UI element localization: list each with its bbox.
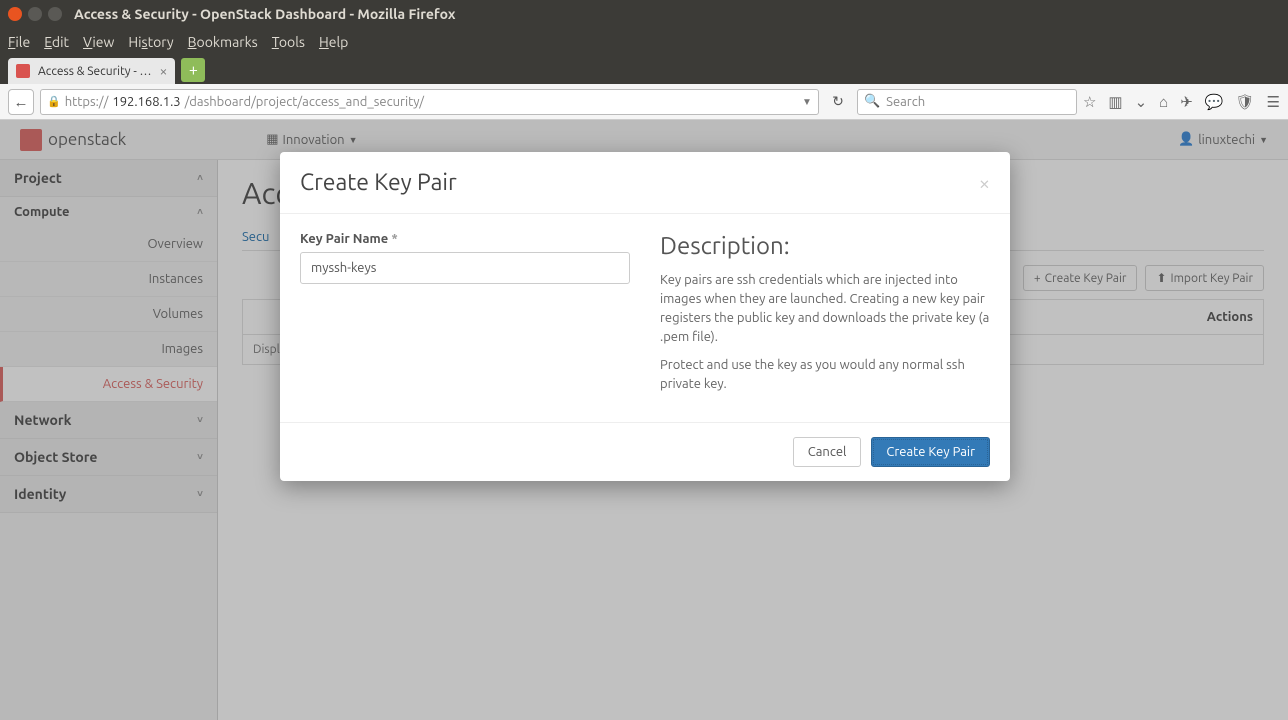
modal-title: Create Key Pair	[300, 170, 457, 195]
description-text-1: Key pairs are ssh credentials which are …	[660, 271, 990, 346]
toolbar-icons: ☆ ▥ ⌄ ⌂ ✈ 💬 🛡 ☰	[1083, 93, 1280, 111]
nav-back-button[interactable]: ←	[8, 89, 34, 115]
send-icon[interactable]: ✈	[1180, 93, 1193, 111]
bookmarks-list-icon[interactable]: ▥	[1108, 93, 1122, 111]
window-maximize-button[interactable]	[48, 7, 62, 21]
menu-help[interactable]: Help	[319, 34, 348, 50]
description-column: Description: Key pairs are ssh credentia…	[660, 232, 990, 404]
search-placeholder: Search	[886, 95, 925, 109]
home-icon[interactable]: ⌂	[1159, 93, 1168, 111]
browser-tabbar: Access & Security - … × +	[0, 56, 1288, 84]
menu-icon[interactable]: ☰	[1267, 93, 1280, 111]
shield-icon[interactable]: 🛡	[1236, 93, 1255, 111]
search-field[interactable]: 🔍 Search	[857, 89, 1077, 115]
url-path: /dashboard/project/access_and_security/	[185, 95, 424, 109]
required-marker: *	[391, 232, 397, 246]
browser-menubar: File Edit View History Bookmarks Tools H…	[0, 28, 1288, 56]
browser-tab[interactable]: Access & Security - … ×	[8, 58, 175, 84]
keypair-name-label: Key Pair Name *	[300, 232, 630, 246]
modal-footer: Cancel Create Key Pair	[280, 422, 1010, 481]
label-text: Key Pair Name	[300, 232, 388, 246]
modal-body: Key Pair Name * Description: Key pairs a…	[280, 214, 1010, 422]
window-title: Access & Security - OpenStack Dashboard …	[74, 6, 455, 22]
close-icon[interactable]: ×	[979, 171, 990, 194]
tab-favicon-icon	[16, 64, 30, 78]
cancel-button[interactable]: Cancel	[793, 437, 862, 467]
url-field[interactable]: 🔒 https://192.168.1.3/dashboard/project/…	[40, 89, 819, 115]
description-heading: Description:	[660, 232, 990, 259]
menu-bookmarks[interactable]: Bookmarks	[188, 34, 258, 50]
menu-file[interactable]: File	[8, 34, 30, 50]
tab-title: Access & Security - …	[38, 65, 152, 78]
url-dropdown-icon[interactable]: ▼	[802, 96, 812, 108]
page-content: openstack ▦ Innovation ▼ 👤 linuxtechi ▼ …	[0, 120, 1288, 720]
window-titlebar: Access & Security - OpenStack Dashboard …	[0, 0, 1288, 28]
reload-button[interactable]: ↻	[825, 89, 851, 115]
create-keypair-submit-button[interactable]: Create Key Pair	[871, 437, 990, 467]
lock-icon: 🔒	[47, 95, 61, 108]
form-column: Key Pair Name *	[300, 232, 630, 404]
pocket-icon[interactable]: ⌄	[1135, 93, 1148, 111]
create-keypair-modal: Create Key Pair × Key Pair Name * Descri…	[280, 152, 1010, 481]
bookmark-star-icon[interactable]: ☆	[1083, 93, 1096, 111]
modal-overlay[interactable]: Create Key Pair × Key Pair Name * Descri…	[0, 120, 1288, 720]
chat-icon[interactable]: 💬	[1205, 93, 1224, 111]
menu-edit[interactable]: Edit	[44, 34, 69, 50]
description-text-2: Protect and use the key as you would any…	[660, 356, 990, 394]
modal-header: Create Key Pair ×	[280, 152, 1010, 214]
search-icon: 🔍	[864, 94, 880, 109]
url-host: 192.168.1.3	[112, 95, 180, 109]
menu-history[interactable]: History	[128, 34, 173, 50]
keypair-name-input[interactable]	[300, 252, 630, 284]
window-minimize-button[interactable]	[28, 7, 42, 21]
browser-toolbar: ← 🔒 https://192.168.1.3/dashboard/projec…	[0, 84, 1288, 120]
url-scheme: https://	[65, 95, 109, 109]
menu-tools[interactable]: Tools	[272, 34, 305, 50]
window-buttons	[8, 7, 62, 21]
tab-close-icon[interactable]: ×	[160, 63, 168, 79]
window-close-button[interactable]	[8, 7, 22, 21]
new-tab-button[interactable]: +	[181, 58, 205, 82]
menu-view[interactable]: View	[83, 34, 114, 50]
